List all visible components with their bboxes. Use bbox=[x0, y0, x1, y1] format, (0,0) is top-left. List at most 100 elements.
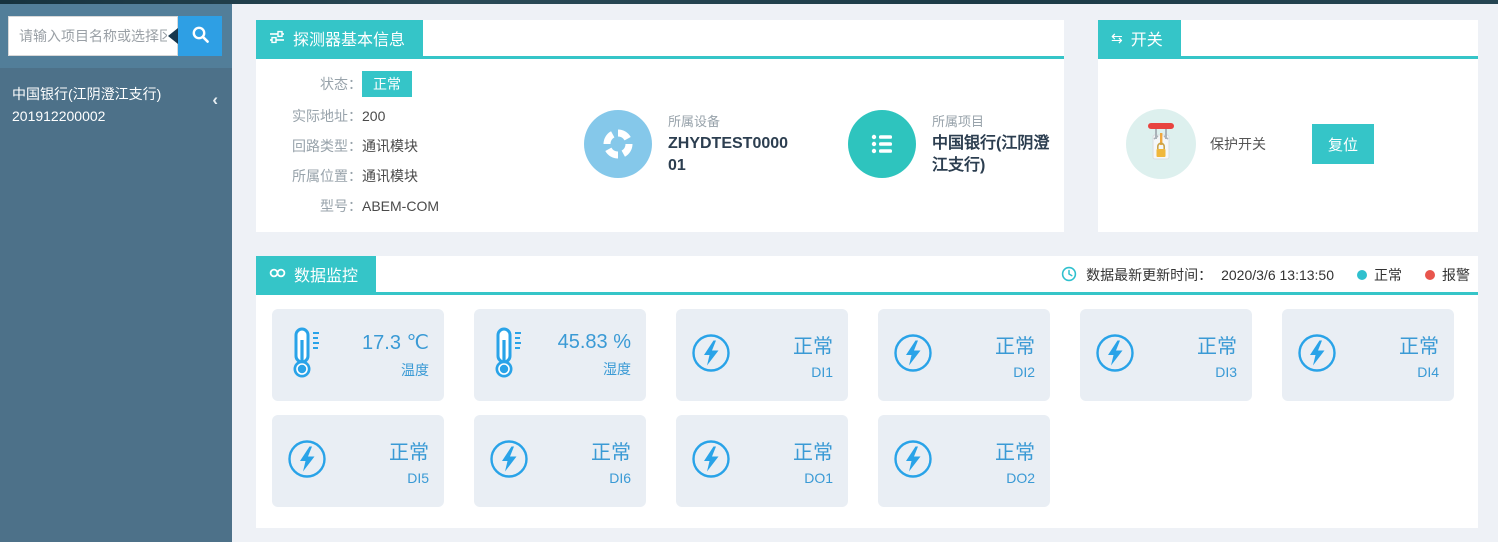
sensor-label: DO2 bbox=[938, 470, 1035, 486]
protection-switch-icon bbox=[1126, 109, 1196, 179]
list-icon bbox=[848, 110, 916, 178]
sensor-card: 正常 DI1 bbox=[676, 309, 848, 401]
project-label: 所属项目 bbox=[932, 111, 1054, 130]
field-value: 正常 bbox=[362, 71, 412, 97]
field-label: 型号： bbox=[276, 196, 362, 216]
sensor-label: DI2 bbox=[938, 364, 1035, 380]
field-label: 回路类型： bbox=[276, 136, 362, 156]
sensor-label: DI5 bbox=[332, 470, 429, 486]
normal-dot-icon bbox=[1357, 270, 1367, 280]
sensor-value: 17.3 ℃ bbox=[332, 330, 429, 355]
sensor-card: 17.3 ℃ 温度 bbox=[272, 309, 444, 401]
search-button[interactable] bbox=[178, 16, 222, 56]
detector-field-row: 回路类型： 通讯模块 bbox=[276, 135, 526, 157]
bolt-icon bbox=[690, 438, 732, 485]
monitor-panel-title: 数据监控 bbox=[256, 256, 376, 292]
field-value: ABEM-COM bbox=[362, 198, 439, 214]
field-label: 实际地址： bbox=[276, 106, 362, 126]
update-time-label: 数据最新更新时间： bbox=[1086, 265, 1212, 285]
field-value: 通讯模块 bbox=[362, 166, 418, 186]
switch-panel-title-text: 开关 bbox=[1131, 26, 1163, 50]
project-search-input[interactable] bbox=[8, 16, 178, 56]
sensor-card-grid: 17.3 ℃ 温度 bbox=[256, 295, 1478, 507]
sensor-value: 正常 bbox=[736, 330, 833, 359]
switch-panel-header: ⇆ 开关 bbox=[1098, 20, 1478, 59]
monitor-meta: 数据最新更新时间： 2020/3/6 13:13:50 正常 报警 bbox=[1061, 265, 1478, 292]
bolt-icon bbox=[286, 438, 328, 485]
chevron-left-icon[interactable]: ‹ bbox=[212, 90, 218, 110]
sensor-value: 正常 bbox=[938, 330, 1035, 359]
thermometer-icon bbox=[488, 326, 526, 385]
data-monitor-panel: 数据监控 数据最新更新时间： 2020/3/6 13:13:50 正常 bbox=[256, 256, 1478, 528]
switch-label: 保护开关 bbox=[1210, 134, 1266, 154]
reset-button[interactable]: 复位 bbox=[1312, 124, 1374, 164]
sensor-label: 温度 bbox=[332, 360, 429, 380]
field-value: 200 bbox=[362, 108, 385, 124]
legend-alarm-label: 报警 bbox=[1442, 265, 1470, 285]
sensor-value: 正常 bbox=[534, 436, 631, 465]
bolt-icon bbox=[1094, 332, 1136, 379]
thermometer-icon bbox=[286, 326, 324, 385]
device-label: 所属设备 bbox=[668, 111, 790, 130]
sensor-card: 正常 DO1 bbox=[676, 415, 848, 507]
sensor-label: DI3 bbox=[1140, 364, 1237, 380]
bolt-icon bbox=[488, 438, 530, 485]
legend-normal: 正常 bbox=[1357, 265, 1402, 285]
sensor-value: 45.83 % bbox=[534, 331, 631, 354]
detector-field-row: 状态： 正常 bbox=[276, 71, 526, 97]
monitor-panel-header: 数据监控 数据最新更新时间： 2020/3/6 13:13:50 正常 bbox=[256, 256, 1478, 295]
field-label: 所属位置： bbox=[276, 166, 362, 186]
sensor-label: DI4 bbox=[1342, 364, 1439, 380]
switch-panel-title: ⇆ 开关 bbox=[1098, 20, 1181, 56]
sensor-card: 正常 DI4 bbox=[1282, 309, 1454, 401]
sensor-value: 正常 bbox=[1140, 330, 1237, 359]
sensor-card: 正常 DI2 bbox=[878, 309, 1050, 401]
detector-field-row: 所属位置： 通讯模块 bbox=[276, 165, 526, 187]
device-value: ZHYDTEST000001 bbox=[668, 133, 790, 176]
link-icon bbox=[269, 267, 286, 281]
sensor-label: DI1 bbox=[736, 364, 833, 380]
detector-panel-header: 探测器基本信息 bbox=[256, 20, 1064, 59]
clock-icon bbox=[1061, 266, 1077, 285]
lifering-icon bbox=[584, 110, 652, 178]
sensor-value: 正常 bbox=[332, 436, 429, 465]
collapse-arrow-icon[interactable] bbox=[168, 28, 178, 44]
field-label: 状态： bbox=[276, 74, 362, 94]
sensor-card: 正常 DI3 bbox=[1080, 309, 1252, 401]
detector-info-panel: 探测器基本信息 状态： 正常 实际地址： 200 bbox=[256, 20, 1064, 232]
sensor-card: 正常 DI5 bbox=[272, 415, 444, 507]
alarm-dot-icon bbox=[1425, 270, 1435, 280]
project-value: 中国银行(江阴澄江支行) bbox=[932, 133, 1054, 176]
sensor-value: 正常 bbox=[736, 436, 833, 465]
detector-panel-title-text: 探测器基本信息 bbox=[293, 26, 405, 50]
sensor-label: DI6 bbox=[534, 470, 631, 486]
field-value: 通讯模块 bbox=[362, 136, 418, 156]
sliders-icon bbox=[269, 30, 285, 46]
sidebar-item-label: 中国银行(江阴澄江支行) 201912200002 bbox=[12, 84, 212, 127]
sidebar-search-band bbox=[0, 4, 232, 68]
sensor-label: 湿度 bbox=[534, 359, 631, 379]
sensor-label: DO1 bbox=[736, 470, 833, 486]
sensor-value: 正常 bbox=[1342, 330, 1439, 359]
refresh-icon: ⇆ bbox=[1111, 31, 1123, 45]
sidebar-item-project[interactable]: 中国银行(江阴澄江支行) 201912200002 ‹ bbox=[0, 68, 232, 141]
main-content: 探测器基本信息 状态： 正常 实际地址： 200 bbox=[232, 4, 1498, 542]
sensor-card: 正常 DI6 bbox=[474, 415, 646, 507]
project-name: 中国银行(江阴澄江支行) bbox=[12, 84, 212, 106]
project-entity: 所属项目 中国银行(江阴澄江支行) bbox=[848, 110, 1054, 178]
detector-field-row: 型号： ABEM-COM bbox=[276, 195, 526, 217]
legend-normal-label: 正常 bbox=[1374, 265, 1402, 285]
bolt-icon bbox=[690, 332, 732, 379]
project-code: 201912200002 bbox=[12, 106, 212, 128]
sensor-card: 45.83 % 湿度 bbox=[474, 309, 646, 401]
bolt-icon bbox=[892, 438, 934, 485]
sensor-value: 正常 bbox=[938, 436, 1035, 465]
device-entity: 所属设备 ZHYDTEST000001 bbox=[584, 110, 790, 178]
switch-panel: ⇆ 开关 保护开关 bbox=[1098, 20, 1478, 232]
update-time-value: 2020/3/6 13:13:50 bbox=[1221, 267, 1334, 283]
monitor-panel-title-text: 数据监控 bbox=[294, 262, 358, 286]
bolt-icon bbox=[1296, 332, 1338, 379]
sidebar: 中国银行(江阴澄江支行) 201912200002 ‹ bbox=[0, 4, 232, 542]
detector-fields: 状态： 正常 实际地址： 200 回路类型： 通讯模块 bbox=[276, 63, 526, 225]
legend-alarm: 报警 bbox=[1425, 265, 1470, 285]
